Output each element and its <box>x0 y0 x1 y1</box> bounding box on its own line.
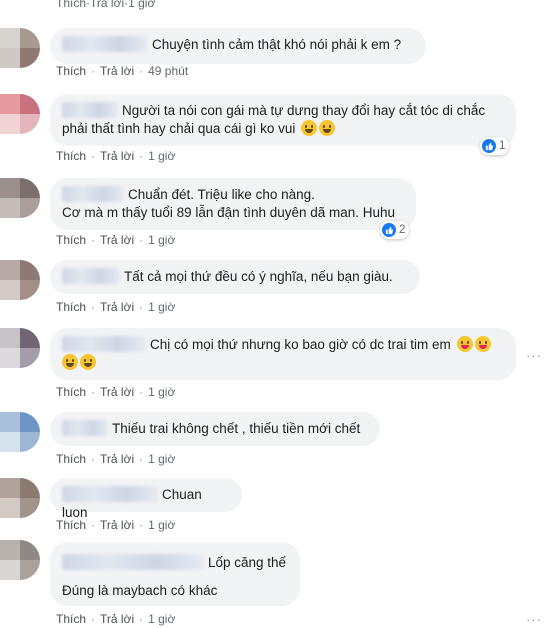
author-name-blurred[interactable] <box>62 36 148 52</box>
like-link[interactable]: Thích <box>56 64 86 78</box>
comment-text-line2: phải thất tình hay chải qua cái gì ko vu… <box>62 121 296 136</box>
author-name-blurred[interactable] <box>62 268 120 284</box>
reply-link[interactable]: Trả lời <box>100 452 134 466</box>
comment-actions-top: Thích·Trả lời·1 giờ <box>56 0 155 10</box>
comment-time: 49 phút <box>148 64 189 78</box>
reply-link[interactable]: Trả lời <box>100 300 134 314</box>
comment-time: 1 giờ <box>148 149 176 163</box>
like-link[interactable]: Thích <box>56 300 86 314</box>
laugh-emoji-icon <box>319 120 336 136</box>
comment-actions: Thích · Trả lời · 1 giờ <box>56 300 176 314</box>
like-link[interactable]: Thích <box>56 233 86 247</box>
avatar[interactable] <box>0 412 40 452</box>
comment-time: 1 giờ <box>148 300 176 314</box>
avatar[interactable] <box>0 28 40 68</box>
reply-link[interactable]: Trả lời <box>100 612 134 626</box>
comment-text: Tất cả mọi thứ đều có ý nghĩa, nếu bạn g… <box>124 269 393 284</box>
avatar[interactable] <box>0 478 40 518</box>
comment-actions: Thích · Trả lời · 49 phút <box>56 64 189 78</box>
comment-bubble: Tất cả mọi thứ đều có ý nghĩa, nếu bạn g… <box>50 260 420 294</box>
reaction-count-badge[interactable]: 2 <box>380 221 410 239</box>
comment-bubble: Chuẩn đét. Triệu like cho nàng. Cơ mà m … <box>50 178 416 230</box>
avatar[interactable] <box>0 94 40 134</box>
comment-bubble: Chị có mọi thứ nhưng ko bao giờ có dc tr… <box>50 328 516 380</box>
author-name-blurred[interactable] <box>62 554 204 570</box>
reply-link[interactable]: Trả lời <box>100 518 134 532</box>
author-name-blurred[interactable] <box>62 420 108 436</box>
avatar[interactable] <box>0 540 40 580</box>
sweat-emoji-icon <box>62 354 78 370</box>
comment-bubble: Chuan luon <box>50 478 242 520</box>
comment-actions: Thích · Trả lời · 1 giờ <box>56 233 176 247</box>
more-options-icon[interactable]: ··· <box>526 348 542 363</box>
grin-emoji-icon <box>80 354 96 370</box>
author-name-blurred[interactable] <box>62 336 146 352</box>
comment-text-line2: Đúng là maybach có khác <box>62 583 218 598</box>
avatar[interactable] <box>0 328 40 368</box>
more-options-icon[interactable]: ··· <box>526 612 542 627</box>
comment-text-line1: Lốp căng thế <box>208 555 287 570</box>
like-link[interactable]: Thích <box>56 385 86 399</box>
comment-bubble: Người ta nói con gái mà tự dưng thay đổi… <box>50 94 516 146</box>
comment-bubble: Lốp căng thế Đúng là maybach có khác <box>50 542 300 606</box>
reply-link[interactable]: Trả lời <box>100 64 134 78</box>
like-link[interactable]: Thích <box>56 149 86 163</box>
comment-bubble: Thiếu trai không chết , thiếu tiền mới c… <box>50 412 380 446</box>
comment-time: 1 giờ <box>148 385 176 399</box>
reaction-count-badge[interactable]: 1 <box>480 137 510 155</box>
comment-bubble: Chuyện tình cảm thật khó nói phải k em ? <box>50 28 426 64</box>
reply-link[interactable]: Trả lời <box>100 385 134 399</box>
like-link[interactable]: Thích <box>56 518 86 532</box>
comment-time: 1 giờ <box>148 233 176 247</box>
reply-link[interactable]: Trả lời <box>90 0 124 10</box>
comment-text-line1: Người ta nói con gái mà tự dưng thay đổi… <box>122 103 486 118</box>
laugh-emoji-icon <box>301 120 318 136</box>
comment-text: Chị có mọi thứ nhưng ko bao giờ có dc tr… <box>150 337 451 352</box>
author-name-blurred[interactable] <box>62 102 118 118</box>
reaction-count: 2 <box>399 224 406 236</box>
tongue-emoji-icon <box>456 336 473 352</box>
author-name-blurred[interactable] <box>62 486 158 502</box>
comment-time: 1 giờ <box>148 612 176 626</box>
reply-link[interactable]: Trả lời <box>100 233 134 247</box>
comment-text-line2: Cơ mà m thấy tuổi 89 lẫn đận tình duyên … <box>62 205 396 220</box>
comment-actions: Thích · Trả lời · 1 giờ <box>56 385 176 399</box>
comment-actions: Thích · Trả lời · 1 giờ <box>56 612 176 626</box>
like-reaction-icon <box>482 139 496 153</box>
comment-text-line1: Chuẩn đét. Triệu like cho nàng. <box>128 187 315 202</box>
like-link[interactable]: Thích <box>56 452 86 466</box>
like-link[interactable]: Thích <box>56 0 86 10</box>
like-link[interactable]: Thích <box>56 612 86 626</box>
tongue-emoji-icon <box>474 336 491 352</box>
author-name-blurred[interactable] <box>62 186 124 202</box>
comment-actions: Thích · Trả lời · 1 giờ <box>56 452 176 466</box>
comment-time: 1 giờ <box>128 0 156 10</box>
comment-time: 1 giờ <box>148 518 176 532</box>
avatar[interactable] <box>0 260 40 300</box>
comment-text: Thiếu trai không chết , thiếu tiền mới c… <box>112 421 361 436</box>
comment-actions: Thích · Trả lời · 1 giờ <box>56 518 176 532</box>
reaction-count: 1 <box>499 140 506 152</box>
avatar[interactable] <box>0 178 40 218</box>
comment-actions: Thích · Trả lời · 1 giờ <box>56 149 176 163</box>
reply-link[interactable]: Trả lời <box>100 149 134 163</box>
comment-time: 1 giờ <box>148 452 176 466</box>
comment-text: Chuyện tình cảm thật khó nói phải k em ? <box>152 37 402 52</box>
like-reaction-icon <box>382 223 396 237</box>
